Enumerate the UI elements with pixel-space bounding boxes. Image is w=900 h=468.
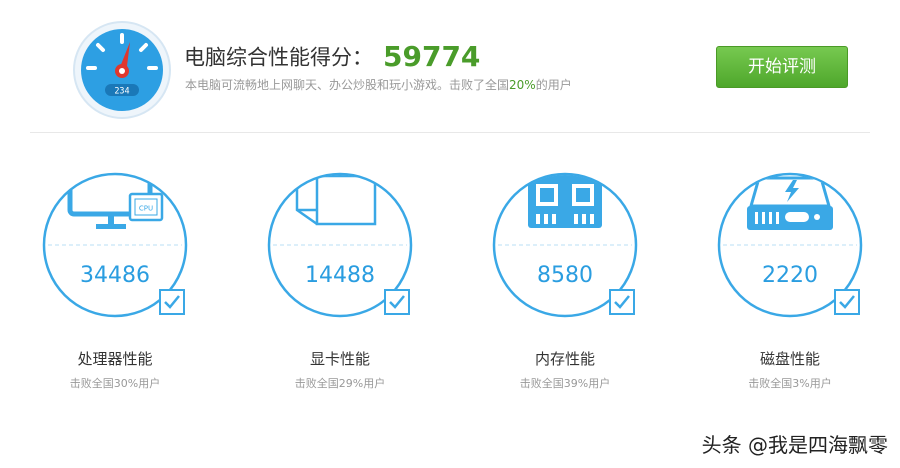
desc-text-after: 的用户 xyxy=(535,78,572,92)
score-label: 电脑综合性能得分： xyxy=(184,45,373,70)
cpu-score-ring: CPU xyxy=(42,172,188,318)
memory-score: 8580 xyxy=(537,263,593,288)
gpu-score-ring xyxy=(267,172,413,318)
cpu-score: 34486 xyxy=(80,263,150,288)
check-icon xyxy=(609,289,635,315)
gauge-readout: 234 xyxy=(114,87,129,97)
gpu-beat-percent: 击败全国29%用户 xyxy=(294,377,386,390)
check-icon xyxy=(384,289,410,315)
cpu-label: 处理器性能 xyxy=(77,350,153,368)
component-card-memory: 8580 内存性能 击败全国39%用户 xyxy=(492,172,652,402)
component-card-cpu: CPU 34486 处理器性能 击败全国30%用户 xyxy=(42,172,202,402)
watermark-text: 头条 @我是四海飘零 xyxy=(701,433,888,457)
cpu-beat-percent: 击败全国30%用户 xyxy=(69,377,161,390)
start-benchmark-button[interactable]: 开始评测 xyxy=(716,46,848,88)
memory-beat-percent: 击败全国39%用户 xyxy=(519,377,611,390)
speed-gauge-icon: 234 xyxy=(73,21,171,119)
cpu-chip-label: CPU xyxy=(139,205,153,213)
overall-score-title: 电脑综合性能得分： 59774 xyxy=(184,40,480,73)
gpu-score: 14488 xyxy=(305,263,375,288)
memory-label: 内存性能 xyxy=(534,350,595,368)
overall-score-value: 59774 xyxy=(383,40,481,73)
check-icon xyxy=(834,289,860,315)
disk-label: 磁盘性能 xyxy=(759,350,820,368)
score-description: 本电脑可流畅地上网聊天、办公炒股和玩小游戏。击败了全国20%的用户 xyxy=(185,76,572,93)
disk-score: 2220 xyxy=(762,263,818,288)
disk-score-ring xyxy=(717,172,863,318)
desc-text-before: 本电脑可流畅地上网聊天、办公炒股和玩小游戏。击败了全国 xyxy=(185,78,510,92)
check-icon xyxy=(159,289,185,315)
component-card-disk: 2220 磁盘性能 击败全国3%用户 xyxy=(717,172,877,402)
header-divider xyxy=(30,132,870,133)
gpu-label: 显卡性能 xyxy=(309,350,370,368)
hard-disk-icon xyxy=(747,176,833,230)
memory-score-ring xyxy=(492,172,638,318)
disk-beat-percent: 击败全国3%用户 xyxy=(748,377,832,390)
memory-chip-icon xyxy=(528,175,602,228)
desc-percent: 20% xyxy=(509,78,536,92)
component-card-gpu: 14488 显卡性能 击败全国29%用户 xyxy=(267,172,427,402)
